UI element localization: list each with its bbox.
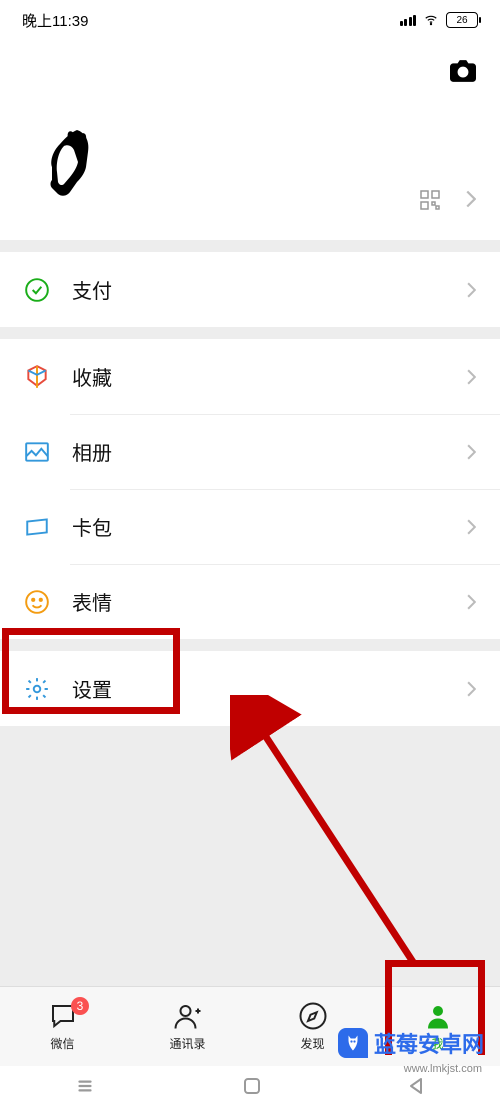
avatar[interactable]: [22, 122, 112, 212]
watermark-url: www.lmkjst.com: [404, 1063, 482, 1075]
compass-icon: [298, 1001, 328, 1031]
menu-label: 相册: [72, 437, 467, 466]
menu-item-stickers[interactable]: 表情: [0, 564, 500, 639]
menu-item-pay[interactable]: 支付: [0, 252, 500, 327]
qrcode-icon: [420, 190, 440, 210]
chevron-right-icon: [467, 444, 476, 460]
menu-label: 收藏: [72, 362, 467, 391]
qrcode-button[interactable]: [420, 190, 440, 215]
tab-chats[interactable]: 3 微信: [0, 987, 125, 1066]
wifi-icon: [422, 13, 440, 27]
tab-label: 通讯录: [169, 1035, 205, 1052]
divider: [0, 240, 500, 252]
watermark-logo-icon: [338, 1028, 368, 1058]
nav-back-button[interactable]: [408, 1077, 426, 1100]
tab-label: 发现: [300, 1035, 324, 1052]
chevron-right-icon: [467, 519, 476, 535]
status-indicators: 26: [400, 12, 479, 28]
unread-badge: 3: [71, 997, 89, 1015]
menu-item-settings[interactable]: 设置: [0, 651, 500, 726]
profile-header[interactable]: [0, 40, 500, 240]
camera-button[interactable]: [450, 60, 476, 87]
watermark: 蓝莓安卓网: [338, 1027, 484, 1059]
chevron-right-icon: [467, 681, 476, 697]
album-icon: [24, 439, 50, 465]
status-bar: 晚上11:39 26: [0, 0, 500, 40]
menu-item-album[interactable]: 相册: [0, 414, 500, 489]
watermark-text: 蓝莓安卓网: [374, 1027, 484, 1059]
menu-group-collection: 收藏 相册 卡包 表情: [0, 339, 500, 639]
nav-home-button[interactable]: [243, 1077, 261, 1100]
annotation-arrow: [230, 695, 440, 985]
tab-label: 微信: [50, 1035, 74, 1052]
contacts-icon: [173, 1001, 203, 1031]
menu-label: 设置: [72, 674, 467, 703]
gear-icon: [24, 676, 50, 702]
camera-icon: [450, 60, 476, 82]
chevron-right-icon: [466, 190, 476, 213]
menu-label: 表情: [72, 587, 467, 616]
battery-level: 26: [456, 15, 467, 26]
tab-contacts[interactable]: 通讯录: [125, 987, 250, 1066]
status-time: 晚上11:39: [22, 10, 88, 31]
chevron-right-icon: [467, 594, 476, 610]
menu-group-settings: 设置: [0, 651, 500, 726]
favorites-icon: [24, 364, 50, 390]
menu-label: 卡包: [72, 512, 467, 541]
menu-group-pay: 支付: [0, 252, 500, 327]
signal-icon: [400, 15, 417, 26]
nav-recent-button[interactable]: [74, 1075, 96, 1102]
menu-item-cards[interactable]: 卡包: [0, 489, 500, 564]
battery-icon: 26: [446, 12, 478, 28]
menu-item-favorites[interactable]: 收藏: [0, 339, 500, 414]
chevron-right-icon: [467, 282, 476, 298]
divider: [0, 639, 500, 651]
cards-icon: [24, 514, 50, 540]
sticker-icon: [24, 589, 50, 615]
pay-icon: [24, 277, 50, 303]
divider: [0, 327, 500, 339]
menu-label: 支付: [72, 275, 467, 304]
avatar-image: [22, 122, 112, 212]
chevron-right-icon: [467, 369, 476, 385]
